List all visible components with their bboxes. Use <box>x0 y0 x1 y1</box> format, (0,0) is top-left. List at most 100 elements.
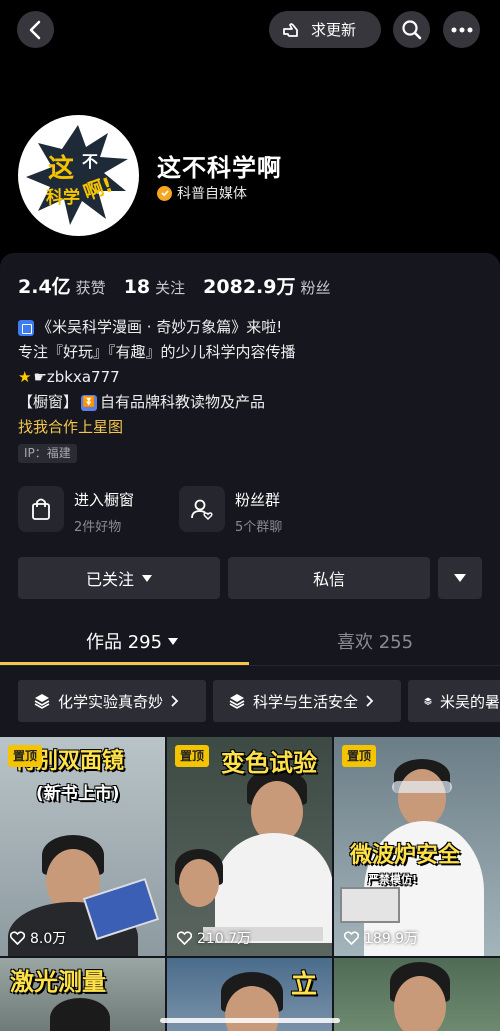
caret-down-icon <box>168 637 179 645</box>
fan-group-sub: 5个群聊 <box>235 520 283 535</box>
fan-group-entry[interactable]: 粉丝群 5个群聊 <box>179 486 282 535</box>
bio-line-1: 《米吴科学漫画 · 奇妙万象篇》来啦! <box>37 318 283 336</box>
tab-works-label: 作品 295 <box>86 632 163 653</box>
video-tile[interactable]: 微波炉安全 严禁模仿! 置顶 189.9万 <box>334 737 500 956</box>
layers-icon <box>424 697 432 705</box>
avatar-text-b: 不 <box>82 152 98 171</box>
pinned-badge: 置顶 <box>175 745 210 767</box>
verification-label: 科普自媒体 <box>177 186 247 202</box>
bio-line: 《米吴科学漫画 · 奇妙万象篇》来啦! <box>18 315 296 340</box>
bio-line-4-text: 自有品牌科教读物及产品 <box>100 393 266 411</box>
bio-line-2: 专注『好玩』『有趣』的少儿科学内容传播 <box>18 343 296 361</box>
verified-check-icon <box>157 185 172 201</box>
like-count-value: 8.0万 <box>30 931 67 947</box>
like-count: 8.0万 <box>10 928 66 948</box>
fan-group-icon <box>179 486 225 532</box>
search-icon <box>401 19 421 39</box>
top-bar: 求更新 <box>0 0 500 60</box>
message-label: 私信 <box>312 570 345 589</box>
video-caption-sub: (新书上市) <box>36 784 120 804</box>
stat-label: 获赞 <box>75 279 106 297</box>
video-caption: 变色试验 <box>221 749 317 777</box>
stat-likes[interactable]: 2.4亿 获赞 <box>18 272 106 299</box>
video-tile[interactable]: 激光测量 <box>0 958 165 1031</box>
heart-icon <box>177 931 192 945</box>
shopping-bag-icon <box>18 486 64 532</box>
goggles-prop <box>392 781 452 793</box>
avatar-text-c: 科学 <box>46 187 80 208</box>
heart-icon <box>344 931 359 945</box>
stat-label: 粉丝 <box>300 279 331 297</box>
profile-name: 这不科学啊 <box>157 154 282 182</box>
avatar[interactable]: 这 不 科学 啊! <box>18 115 139 236</box>
chevron-right-icon <box>171 695 179 707</box>
bio: 《米吴科学漫画 · 奇妙万象篇》来啦! 专注『好玩』『有趣』的少儿科学内容传播 … <box>18 315 296 440</box>
microwave-prop <box>340 887 400 923</box>
heart-icon <box>10 931 25 945</box>
bio-line-3: ☛zbkxa777 <box>33 368 120 386</box>
collection-chip[interactable]: 科学与生活安全 <box>213 680 401 722</box>
stat-followers[interactable]: 2082.9万 粉丝 <box>203 272 330 299</box>
search-button[interactable] <box>393 11 430 48</box>
thumbnail-figure <box>179 859 219 907</box>
caret-down-icon <box>142 574 152 582</box>
request-update-button[interactable]: 求更新 <box>269 11 381 48</box>
avatar-text-a: 这 <box>48 153 74 184</box>
stat-following[interactable]: 18 关注 <box>124 276 185 298</box>
stat-value: 18 <box>123 276 151 298</box>
layers-icon <box>229 694 245 709</box>
bio-line-4-prefix: 【橱窗】 <box>18 393 79 411</box>
storefront-sub: 2件好物 <box>74 520 122 535</box>
video-caption: 立 <box>291 970 318 1000</box>
stat-label: 关注 <box>155 279 186 297</box>
followed-label: 已关注 <box>85 570 134 589</box>
fan-group-title: 粉丝群 <box>235 491 281 509</box>
cooperation-link[interactable]: 找我合作上星图 <box>18 415 296 440</box>
chevron-right-icon <box>366 695 374 707</box>
like-count: 189.9万 <box>344 928 418 948</box>
message-button[interactable]: 私信 <box>228 557 430 599</box>
request-update-label: 求更新 <box>311 21 357 39</box>
video-tile[interactable] <box>334 958 500 1031</box>
chip-label: 科学与生活安全 <box>253 692 359 711</box>
storefront-title: 进入橱窗 <box>74 491 135 509</box>
verification: 科普自媒体 <box>157 183 247 203</box>
down-arrow-icon: ⏬ <box>81 394 98 411</box>
avatar-logo: 这 不 科学 啊! <box>18 115 139 236</box>
thumbnail-figure <box>50 998 110 1031</box>
video-caption: 微波炉安全 <box>350 843 461 868</box>
stat-value: 2.4亿 <box>18 276 71 298</box>
pointing-hand-icon <box>283 22 298 37</box>
like-count-value: 189.9万 <box>364 931 419 947</box>
caret-down-icon <box>454 574 466 582</box>
tab-likes[interactable]: 喜欢 255 <box>337 628 413 654</box>
followed-button[interactable]: 已关注 <box>18 557 220 599</box>
storefront-entry[interactable]: 进入橱窗 2件好物 <box>18 486 134 535</box>
like-count: 210.7万 <box>177 928 251 948</box>
more-actions-button[interactable] <box>438 557 482 599</box>
chip-label: 米吴的暑 <box>439 692 500 711</box>
video-caption-sub: 严禁模仿! <box>368 873 418 886</box>
collection-chip[interactable]: 化学实验真奇妙 <box>18 680 206 722</box>
pinned-badge: 置顶 <box>342 745 377 767</box>
collection-chip[interactable]: 米吴的暑 <box>408 680 500 722</box>
more-button[interactable] <box>443 11 480 48</box>
thumbnail-figure <box>398 769 446 827</box>
back-button[interactable] <box>17 11 54 48</box>
more-dots-icon <box>451 27 472 32</box>
thumbnail-figure <box>394 976 446 1031</box>
video-tile[interactable]: 变色试验 置顶 210.7万 <box>167 737 332 956</box>
video-tile[interactable]: 特别双面镜 (新书上市) 置顶 8.0万 <box>0 737 165 956</box>
star-icon: ★ <box>18 368 32 386</box>
divider <box>0 665 500 666</box>
bio-line: 【橱窗】 ⏬ 自有品牌科教读物及产品 <box>18 390 296 415</box>
stat-value: 2082.9万 <box>203 276 296 298</box>
layers-icon <box>34 694 50 709</box>
video-caption: 激光测量 <box>10 968 106 996</box>
chevron-left-icon <box>29 20 40 39</box>
tab-works[interactable]: 作品 295 <box>86 628 179 654</box>
pinned-badge: 置顶 <box>8 745 43 767</box>
home-indicator[interactable] <box>160 1018 340 1023</box>
ip-location-tag: IP：福建 <box>18 444 77 463</box>
like-count-value: 210.7万 <box>197 931 252 947</box>
